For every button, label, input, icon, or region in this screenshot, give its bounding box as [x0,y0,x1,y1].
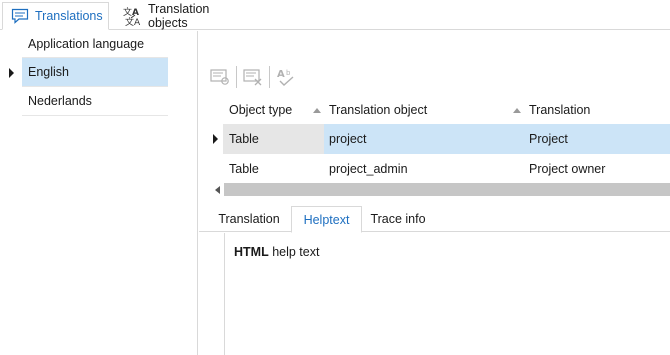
toolbar-divider [269,66,270,88]
tab-translation-objects-label: Translation objects [148,2,210,30]
table-row[interactable]: Table project Project [199,124,670,154]
cell-translation-object: project [324,124,524,154]
svg-text:A: A [134,18,141,26]
cell-object-type: Table [229,162,259,176]
spell-check-button[interactable]: Ab [273,64,299,90]
spell-check-icon: Ab [277,69,294,86]
helptext-editor[interactable]: HTML help text [224,233,670,355]
language-item-english[interactable]: English [0,58,170,87]
tab-trace-info[interactable]: Trace info [365,206,431,232]
cell-translation-object: project_admin [329,162,408,176]
delete-record-button[interactable] [240,64,266,90]
cell-object-type: Table [223,124,324,154]
language-panel: Application language English Nederlands [0,31,198,355]
tab-translations[interactable]: Translations [2,2,109,30]
column-header-translation[interactable]: Translation [529,97,590,123]
detail-tab-strip: Translation Helptext Trace info [199,206,670,233]
grid-header-row: Object type Translation object Translati… [199,97,670,123]
language-item-label: Nederlands [22,87,168,116]
delete-record-icon [243,69,262,86]
translate-icon: 文A文A [122,6,142,26]
tab-translation-objects[interactable]: 文A文A Translation objects [114,2,254,30]
toolbar-divider [236,66,237,88]
table-row[interactable]: Table project_admin Project owner [199,154,670,184]
scroll-left-icon[interactable] [211,183,224,196]
sort-ascending-icon [313,108,321,113]
tab-helptext[interactable]: Helptext [291,206,362,233]
language-item-label: English [22,58,168,87]
svg-text:文: 文 [125,16,134,26]
sort-ascending-icon [513,108,521,113]
help-text-rest: help text [268,245,320,259]
top-tab-strip: Translations 文A文A Translation objects [0,0,670,30]
cell-translation: Project [524,124,670,154]
svg-text:b: b [286,69,291,77]
translation-detail-panel: Ab Object type Translation object Transl… [199,31,670,355]
tab-translations-label: Translations [35,9,103,23]
svg-text:A: A [277,69,285,80]
svg-text:文: 文 [123,6,132,18]
speech-bubble-icon [11,6,29,26]
grid-toolbar: Ab [207,64,299,90]
edit-record-icon [210,69,229,85]
tab-translation[interactable]: Translation [209,206,289,232]
row-indicator-icon [207,124,223,154]
column-header-translation-object[interactable]: Translation object [329,97,427,123]
help-text-bold: HTML [234,245,269,259]
edit-record-button[interactable] [207,64,233,90]
cell-translation: Project owner [529,162,606,176]
horizontal-scrollbar[interactable] [211,183,670,196]
language-item-nederlands[interactable]: Nederlands [0,87,170,116]
column-header-object-type[interactable]: Object type [229,97,292,123]
language-list-header: Application language [22,31,168,58]
row-indicator-icon [0,58,22,87]
